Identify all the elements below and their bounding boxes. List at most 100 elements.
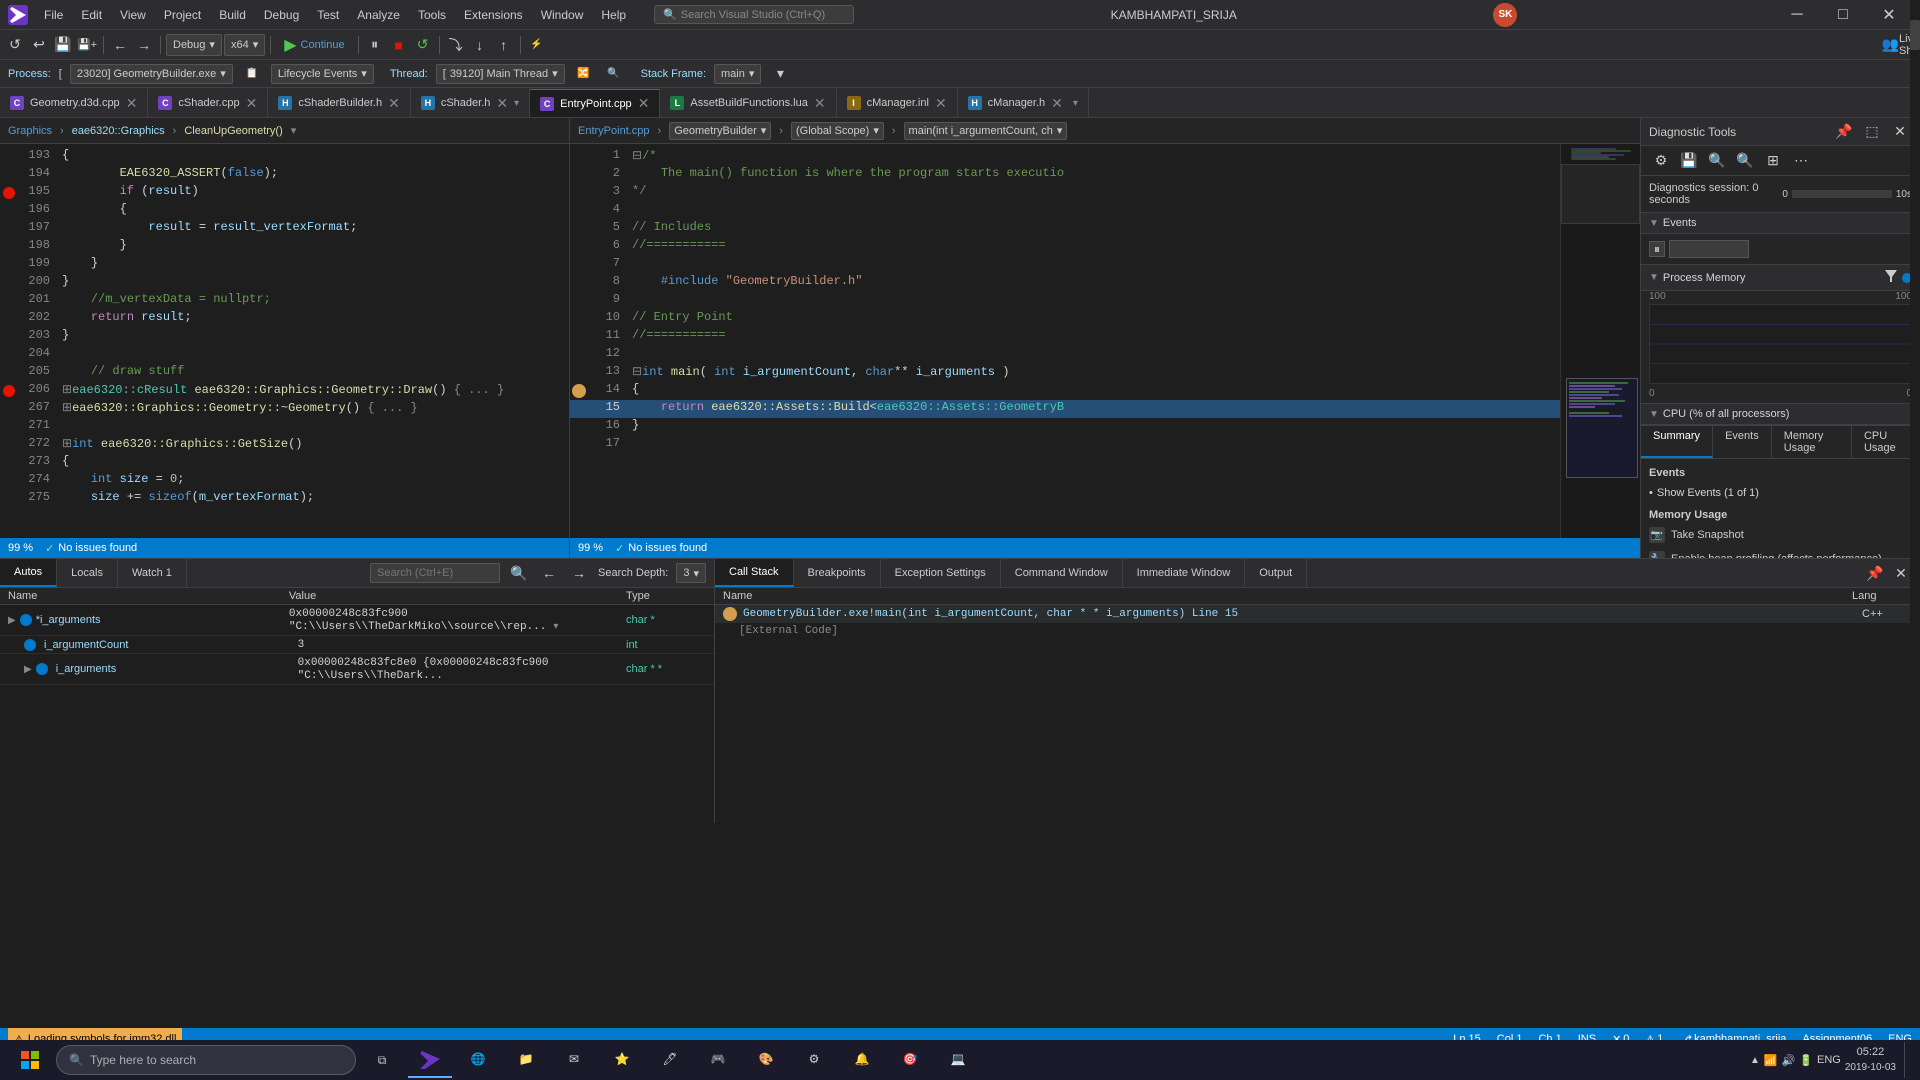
tab-immediate[interactable]: Immediate Window bbox=[1123, 559, 1246, 587]
close-button[interactable]: ✕ bbox=[1866, 0, 1912, 30]
tab-cmanager-inl[interactable]: I cManager.inl ✕ bbox=[837, 89, 958, 117]
right-nav-global[interactable]: (Global Scope) ▾ bbox=[791, 122, 884, 140]
maximize-button[interactable]: □ bbox=[1820, 0, 1866, 30]
tab-assetbuild-lua[interactable]: L AssetBuildFunctions.lua ✕ bbox=[660, 89, 836, 117]
start-button[interactable] bbox=[8, 1042, 52, 1078]
tab-close-entrypoint-cpp[interactable]: ✕ bbox=[638, 95, 650, 112]
lifecycle-events-toggle[interactable]: 📋 bbox=[241, 63, 263, 85]
task-view-btn[interactable]: ⧉ bbox=[360, 1042, 404, 1078]
toolbar-pause[interactable]: ⏸ bbox=[364, 34, 386, 56]
tab-autos[interactable]: Autos bbox=[0, 559, 57, 587]
taskbar-star-app[interactable]: ⭐ bbox=[600, 1042, 644, 1078]
user-avatar[interactable]: SK bbox=[1493, 3, 1517, 27]
continue-button[interactable]: ▶ Continue bbox=[276, 33, 352, 57]
menu-edit[interactable]: Edit bbox=[73, 6, 110, 24]
value-expand-icon[interactable]: ▾ bbox=[553, 621, 558, 632]
tab-callstack[interactable]: Call Stack bbox=[715, 559, 794, 587]
minimize-button[interactable]: ─ bbox=[1774, 0, 1820, 30]
toolbar-save[interactable]: 💾 bbox=[52, 34, 74, 56]
autos-search-input[interactable] bbox=[370, 563, 500, 583]
menu-build[interactable]: Build bbox=[211, 6, 254, 24]
diag-scroll-thumb[interactable] bbox=[1910, 20, 1920, 50]
tray-battery-icon[interactable]: 🔋 bbox=[1799, 1054, 1813, 1067]
toolbar-undo[interactable]: ↩ bbox=[28, 34, 50, 56]
tab-close-cshader-h[interactable]: ✕ bbox=[496, 95, 508, 112]
taskbar-vs-app[interactable] bbox=[408, 1042, 452, 1078]
tab-geometry-d3d[interactable]: C Geometry.d3d.cpp ✕ bbox=[0, 89, 148, 117]
cpu-section-header[interactable]: ▼ CPU (% of all processors) bbox=[1641, 404, 1920, 425]
diag-close-btn[interactable]: ✕ bbox=[1888, 120, 1912, 144]
tray-up-arrow[interactable]: ▲ bbox=[1750, 1055, 1760, 1066]
menu-tools[interactable]: Tools bbox=[410, 6, 454, 24]
toolbar-step-out[interactable]: ↑ bbox=[493, 34, 515, 56]
right-nav-file[interactable]: EntryPoint.cpp bbox=[578, 125, 650, 137]
tab-close-cshader-cpp[interactable]: ✕ bbox=[246, 95, 258, 112]
taskbar-mail-app[interactable]: ✉ bbox=[552, 1042, 596, 1078]
autos-search-btn[interactable]: 🔍 bbox=[508, 562, 530, 584]
diag-save-btn[interactable]: 💾 bbox=[1677, 149, 1701, 173]
tray-network-icon[interactable]: 📶 bbox=[1764, 1054, 1778, 1067]
menu-help[interactable]: Help bbox=[593, 6, 634, 24]
menu-project[interactable]: Project bbox=[156, 6, 209, 24]
taskbar-clock[interactable]: 05:22 2019-10-03 bbox=[1845, 1045, 1896, 1074]
tab-close-geometry-d3d[interactable]: ✕ bbox=[126, 95, 138, 112]
taskbar-edge-app[interactable]: 🌐 bbox=[456, 1042, 500, 1078]
left-nav-method[interactable]: CleanUpGeometry() bbox=[184, 125, 282, 137]
taskbar-game-app[interactable]: 🎮 bbox=[696, 1042, 740, 1078]
taskbar-search-box[interactable]: 🔍 Type here to search bbox=[56, 1045, 356, 1075]
thread-dropdown[interactable]: [ 39120] Main Thread ▾ bbox=[436, 64, 565, 84]
enable-heap-btn[interactable]: 🔧 Enable heap profiling (affects perform… bbox=[1649, 549, 1912, 558]
menu-file[interactable]: File bbox=[36, 6, 71, 24]
process-memory-header[interactable]: ▼ Process Memory bbox=[1641, 265, 1920, 291]
toolbar-step-over[interactable]: ⤵ bbox=[445, 34, 467, 56]
toolbar-stop[interactable]: ■ bbox=[388, 34, 410, 56]
taskbar-paint-app[interactable]: 🎨 bbox=[744, 1042, 788, 1078]
tab-close-cmanager-h[interactable]: ✕ bbox=[1051, 95, 1063, 112]
process-dropdown[interactable]: 23020] GeometryBuilder.exe ▾ bbox=[70, 64, 233, 84]
tab-cshaderbuilder-h[interactable]: H cShaderBuilder.h ✕ bbox=[268, 89, 411, 117]
tab-cshader-cpp[interactable]: C cShader.cpp ✕ bbox=[148, 89, 268, 117]
left-nav-chevron[interactable]: ▾ bbox=[291, 124, 297, 137]
diag-settings-btn[interactable]: ⚙ bbox=[1649, 149, 1673, 173]
expand-icon-1[interactable]: ▶ bbox=[8, 615, 16, 626]
taskbar-settings-app[interactable]: ⚙ bbox=[792, 1042, 836, 1078]
stack-frame-dropdown[interactable]: main ▾ bbox=[714, 64, 761, 84]
tab-output[interactable]: Output bbox=[1245, 559, 1307, 587]
diag-tab-events[interactable]: Events bbox=[1713, 426, 1772, 458]
callstack-close-btn[interactable]: ✕ bbox=[1890, 562, 1912, 584]
thread-toggle[interactable]: 🔀 bbox=[573, 63, 595, 85]
left-nav-file[interactable]: Graphics bbox=[8, 125, 52, 137]
taskbar-explorer-app[interactable]: 📁 bbox=[504, 1042, 548, 1078]
taskbar-store-app[interactable]: 🎯 bbox=[888, 1042, 932, 1078]
show-desktop-btn[interactable] bbox=[1904, 1042, 1912, 1078]
vs-search-box[interactable]: 🔍 Search Visual Studio (Ctrl+Q) bbox=[654, 5, 854, 24]
tab-locals[interactable]: Locals bbox=[57, 559, 118, 587]
tab-exception-settings[interactable]: Exception Settings bbox=[881, 559, 1001, 587]
diag-zoom-out-btn[interactable]: 🔍 bbox=[1733, 149, 1757, 173]
thread-filter[interactable]: 🔍 bbox=[603, 63, 625, 85]
toolbar-new[interactable]: ↺ bbox=[4, 34, 26, 56]
callstack-pin-btn[interactable]: 📌 bbox=[1864, 562, 1886, 584]
pause-recording-btn[interactable]: ⏸ bbox=[1649, 241, 1665, 257]
autos-nav-fwd[interactable]: → bbox=[568, 562, 590, 584]
left-code-area[interactable]: 193 { 194 EAE6320_ASSERT(false); 195 if … bbox=[0, 144, 569, 538]
tab-entrypoint-cpp[interactable]: C EntryPoint.cpp ✕ bbox=[530, 89, 660, 117]
stack-frame-toggle[interactable]: ▾ bbox=[769, 63, 791, 85]
taskbar-computer-app[interactable]: 💻 bbox=[936, 1042, 980, 1078]
tab-close-cmanager-inl[interactable]: ✕ bbox=[935, 95, 947, 112]
debug-mode-dropdown[interactable]: Debug ▾ bbox=[166, 34, 222, 56]
menu-debug[interactable]: Debug bbox=[256, 6, 307, 24]
toolbar-back[interactable]: ← bbox=[109, 34, 131, 56]
menu-window[interactable]: Window bbox=[533, 6, 592, 24]
breakpoint-206[interactable] bbox=[3, 385, 15, 397]
platform-dropdown[interactable]: x64 ▾ bbox=[224, 34, 265, 56]
diag-float-btn[interactable]: ⬚ bbox=[1860, 120, 1884, 144]
taskbar-pen-app[interactable]: 🖊 bbox=[648, 1042, 692, 1078]
search-depth-dropdown[interactable]: 3 ▾ bbox=[676, 563, 706, 583]
tab-close-assetbuild-lua[interactable]: ✕ bbox=[814, 95, 826, 112]
take-snapshot-btn[interactable]: 📷 Take Snapshot bbox=[1649, 525, 1912, 545]
toolbar-exception[interactable]: ⚡ bbox=[526, 34, 548, 56]
tab-close-cshaderbuilder-h[interactable]: ✕ bbox=[388, 95, 400, 112]
toolbar-forward[interactable]: → bbox=[133, 34, 155, 56]
events-text-input[interactable] bbox=[1669, 240, 1749, 258]
